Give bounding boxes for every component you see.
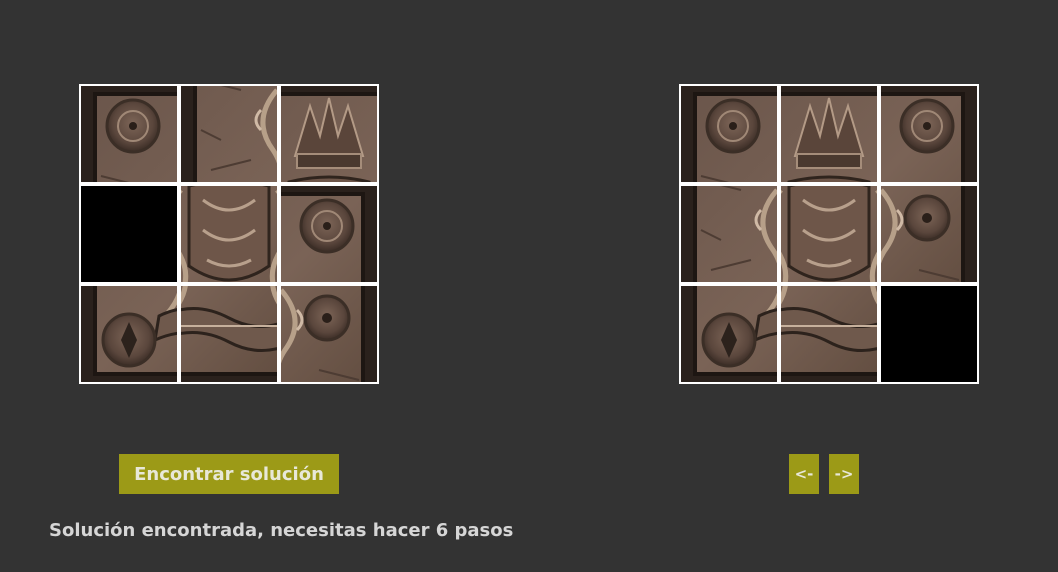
puzzle-tile-8[interactable]: [181, 286, 277, 382]
tile-image: [181, 186, 277, 282]
puzzle-tile-7: [681, 286, 777, 382]
puzzle-tile-4[interactable]: [181, 86, 277, 182]
tile-image: [781, 86, 877, 182]
puzzle-tile-2: [781, 86, 877, 182]
tile-image: [81, 286, 177, 382]
puzzle-tile-1: [681, 86, 777, 182]
tile-image: [881, 186, 977, 282]
puzzle-tile-8: [781, 286, 877, 382]
solution-status-text: Solución encontrada, necesitas hacer 6 p…: [49, 520, 514, 541]
previous-step-button[interactable]: <-: [789, 454, 819, 494]
puzzle-tile-2[interactable]: [281, 86, 377, 182]
empty-tile[interactable]: [81, 186, 177, 282]
tile-image: [181, 286, 277, 382]
puzzle-tile-1[interactable]: [81, 86, 177, 182]
next-step-button[interactable]: ->: [829, 454, 859, 494]
tile-image: [281, 186, 377, 282]
puzzle-tile-4: [681, 186, 777, 282]
tile-image: [281, 286, 377, 382]
puzzle-tile-5: [781, 186, 877, 282]
puzzle-tile-7[interactable]: [81, 286, 177, 382]
tile-image: [781, 286, 877, 382]
puzzle-tile-3: [881, 86, 977, 182]
puzzle-tile-3[interactable]: [281, 186, 377, 282]
puzzle-tile-6: [881, 186, 977, 282]
puzzle-tile-6[interactable]: [281, 286, 377, 382]
tile-image: [681, 86, 777, 182]
empty-tile: [881, 286, 977, 382]
tile-image: [281, 86, 377, 182]
find-solution-button[interactable]: Encontrar solución: [119, 454, 339, 494]
tile-image: [681, 286, 777, 382]
tile-image: [681, 186, 777, 282]
tile-image: [881, 86, 977, 182]
puzzle-tile-5[interactable]: [181, 186, 277, 282]
current-puzzle-board: [79, 84, 379, 384]
tile-image: [181, 86, 277, 182]
tile-image: [81, 86, 177, 182]
goal-puzzle-board: [679, 84, 979, 384]
tile-image: [781, 186, 877, 282]
